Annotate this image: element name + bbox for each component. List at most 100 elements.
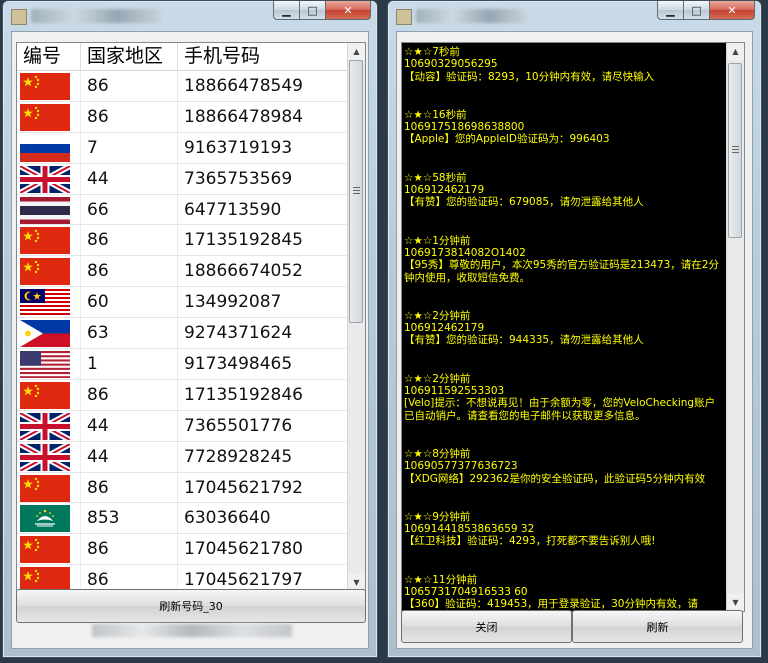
list-item[interactable]: 86 17135192846 bbox=[17, 379, 365, 411]
flag-cn-icon bbox=[17, 256, 81, 287]
list-item[interactable]: 86 18866478549 bbox=[17, 71, 365, 102]
country-code: 86 bbox=[81, 256, 178, 287]
sms-message: ☆★☆11分钟前 1065731704916533 60 【360】验证码：4194… bbox=[404, 574, 722, 611]
message-text: 【有赞】您的验证码：944335，请勿泄露给其他人 bbox=[404, 334, 644, 347]
list-scrollbar[interactable]: ▲ ▼ bbox=[347, 43, 365, 591]
minimize-button[interactable]: ▁ bbox=[273, 1, 299, 20]
column-header-id[interactable]: 编号 bbox=[17, 43, 81, 70]
sms-window: ▁ □ ✕ ☆★☆7秒前 10690329056295 【动容】验证码：8293，1… bbox=[387, 0, 762, 658]
phone-number: 17135192845 bbox=[178, 225, 353, 256]
sms-message: ☆★☆2分钟前 106911592553303 [Velo]提示：不想说再见！由于余… bbox=[404, 373, 722, 422]
maximize-icon: □ bbox=[307, 3, 318, 17]
list-item[interactable]: 86 18866478984 bbox=[17, 101, 365, 133]
close-window-button[interactable]: ✕ bbox=[325, 1, 371, 20]
list-item[interactable]: 86 17045621780 bbox=[17, 534, 365, 566]
list-rows: 86 18866478549 86 18866478984 7 9163719193 44 7… bbox=[17, 71, 365, 591]
close-icon: ✕ bbox=[727, 3, 737, 17]
scroll-thumb[interactable] bbox=[728, 63, 742, 238]
minimize-button[interactable]: ▁ bbox=[657, 1, 683, 20]
arrow-up-icon: ▲ bbox=[732, 47, 739, 56]
country-code: 44 bbox=[81, 163, 178, 194]
message-time: ☆★☆58秒前 bbox=[404, 171, 467, 184]
flag-gb-icon bbox=[17, 163, 81, 194]
flag-cn-icon bbox=[17, 225, 81, 256]
sms-message-list[interactable]: ☆★☆7秒前 10690329056295 【动容】验证码：8293，10分钟内有效… bbox=[401, 42, 745, 612]
scroll-thumb[interactable] bbox=[349, 60, 363, 323]
sender-number: 10690329056295 bbox=[404, 58, 498, 71]
flag-gb-icon bbox=[17, 441, 81, 472]
sender-number: 106912462179 bbox=[404, 322, 485, 335]
phone-number: 7728928245 bbox=[178, 441, 353, 472]
message-text: 【红卫科技】验证码：4293，打死都不要告诉别人哦! bbox=[404, 535, 656, 548]
message-text: 【XDG网络】292362是你的安全验证码，此验证码5分钟内有效 bbox=[404, 472, 706, 485]
sender-number: 106911592553303 bbox=[404, 385, 505, 398]
message-time: ☆★☆16秒前 bbox=[404, 108, 467, 121]
message-time: ☆★☆9分钟前 bbox=[404, 510, 471, 523]
list-item[interactable]: 7 9163719193 bbox=[17, 132, 365, 164]
country-code: 86 bbox=[81, 565, 178, 591]
scroll-down-button[interactable]: ▼ bbox=[727, 594, 744, 611]
list-item[interactable]: 66 647713590 bbox=[17, 194, 365, 226]
list-item[interactable]: 60 134992087 bbox=[17, 287, 365, 319]
refresh-numbers-button[interactable]: 刷新号码_30 bbox=[16, 589, 366, 623]
country-code: 44 bbox=[81, 441, 178, 472]
phone-number: 17045621792 bbox=[178, 472, 353, 503]
sms-message: ☆★☆7秒前 10690329056295 【动容】验证码：8293，10分钟内有效… bbox=[404, 46, 722, 83]
message-time: ☆★☆1分钟前 bbox=[404, 234, 471, 247]
flag-th-icon bbox=[17, 194, 81, 225]
maximize-button[interactable]: □ bbox=[683, 1, 709, 20]
message-text: 【Apple】您的AppleID验证码为：996403 bbox=[404, 133, 610, 146]
minimize-icon: ▁ bbox=[666, 3, 675, 17]
list-item[interactable]: 44 7728928245 bbox=[17, 441, 365, 473]
list-item[interactable]: 86 17045621797 bbox=[17, 565, 365, 591]
list-header: 编号 国家地区 手机号码 bbox=[17, 43, 365, 71]
phone-number: 17135192846 bbox=[178, 379, 353, 410]
close-window-button[interactable]: ✕ bbox=[709, 1, 755, 20]
country-code: 63 bbox=[81, 318, 178, 349]
message-text: 【动容】验证码：8293，10分钟内有效，请尽快输入 bbox=[404, 70, 655, 83]
flag-gb-icon bbox=[17, 410, 81, 441]
list-item[interactable]: 86 17135192845 bbox=[17, 225, 365, 257]
sms-message: ☆★☆9分钟前 10691441853863659 32 【红卫科技】验证码：429… bbox=[404, 511, 722, 548]
message-time: ☆★☆7秒前 bbox=[404, 46, 460, 58]
titlebar[interactable]: ▁ □ ✕ bbox=[388, 1, 761, 31]
column-header-phone[interactable]: 手机号码 bbox=[178, 43, 353, 70]
sender-number: 1065731704916533 60 bbox=[404, 586, 528, 599]
sms-scrollbar[interactable]: ▲ ▼ bbox=[726, 43, 744, 611]
list-item[interactable]: 86 18866674052 bbox=[17, 256, 365, 288]
list-item[interactable]: 853 63036640 bbox=[17, 503, 365, 535]
maximize-icon: □ bbox=[691, 3, 702, 17]
phone-number: 9163719193 bbox=[178, 132, 353, 163]
list-item[interactable]: 44 7365753569 bbox=[17, 163, 365, 195]
column-header-country[interactable]: 国家地区 bbox=[81, 43, 178, 70]
list-item[interactable]: 86 17045621792 bbox=[17, 472, 365, 504]
country-code: 1 bbox=[81, 349, 178, 379]
phone-number: 18866478984 bbox=[178, 101, 353, 132]
maximize-button[interactable]: □ bbox=[299, 1, 325, 20]
flag-ru-icon bbox=[17, 132, 81, 163]
minimize-icon: ▁ bbox=[282, 3, 291, 17]
scroll-up-button[interactable]: ▲ bbox=[348, 43, 365, 60]
sender-number: 10690577377636723 bbox=[404, 460, 518, 473]
flag-cn-icon bbox=[17, 565, 81, 591]
message-time: ☆★☆8分钟前 bbox=[404, 447, 471, 460]
list-item[interactable]: 1 9173498465 bbox=[17, 349, 365, 380]
arrow-down-icon: ▼ bbox=[732, 598, 739, 607]
refresh-button[interactable]: 刷新 bbox=[572, 610, 743, 643]
app-icon bbox=[11, 9, 27, 25]
list-item[interactable]: 44 7365501776 bbox=[17, 410, 365, 442]
phone-number-list[interactable]: 编号 国家地区 手机号码 86 18866478549 86 18866478984 7… bbox=[16, 42, 366, 592]
sms-message: ☆★☆58秒前 106912462179 【有赞】您的验证码：679085，请勿泄露… bbox=[404, 172, 722, 209]
flag-ph-icon bbox=[17, 318, 81, 349]
sms-messages: ☆★☆7秒前 10690329056295 【动容】验证码：8293，10分钟内有效… bbox=[404, 46, 722, 611]
sender-number: 106917518698638800 bbox=[404, 121, 525, 134]
flag-mo-icon bbox=[17, 503, 81, 534]
titlebar[interactable]: ▁ □ ✕ bbox=[3, 1, 377, 31]
flag-cn-icon bbox=[17, 71, 81, 101]
phone-number: 134992087 bbox=[178, 287, 353, 318]
flag-cn-icon bbox=[17, 379, 81, 410]
scroll-up-button[interactable]: ▲ bbox=[727, 43, 744, 60]
sender-number: 106912462179 bbox=[404, 184, 485, 197]
list-item[interactable]: 63 9274371624 bbox=[17, 318, 365, 350]
close-button[interactable]: 关闭 bbox=[401, 610, 572, 643]
